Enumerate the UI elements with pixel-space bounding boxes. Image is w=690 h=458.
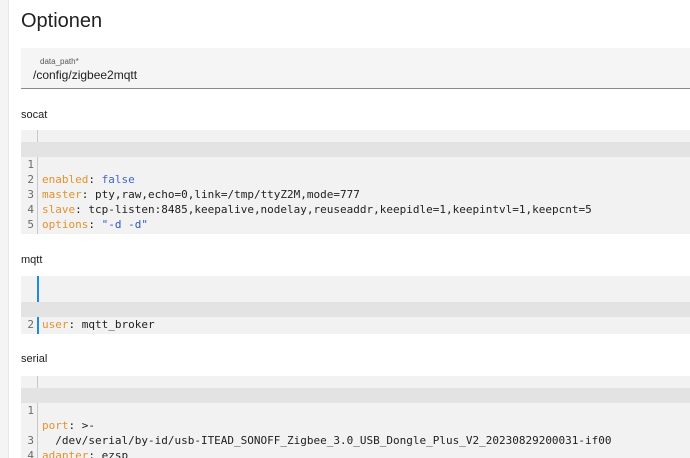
- yaml-separator: :: [88, 449, 102, 458]
- code-line[interactable]: 1 user: mqtt_broker: [21, 287, 690, 331]
- code-line[interactable]: 4: [21, 433, 690, 458]
- serial-yaml-editor[interactable]: 1 port: >- /dev/serial/by-id/usb-ITEAD_S…: [21, 376, 690, 458]
- yaml-value: false: [75, 233, 108, 234]
- mqtt-yaml-editor[interactable]: 1 user: mqtt_broker 2 password: psw 3: [21, 276, 690, 334]
- yaml-key: adapter: [42, 449, 89, 458]
- line-number: 4: [27, 449, 34, 458]
- socat-yaml-editor[interactable]: 1 enabled: false 2 master: pty,raw,echo=…: [21, 130, 690, 234]
- yaml-key: password: [42, 333, 95, 334]
- code-line[interactable]: 5 log: false: [21, 202, 690, 234]
- line-number: 6: [21, 232, 34, 234]
- code-line[interactable]: 4 options: "-d -d": [21, 187, 690, 231]
- left-panel-edge: [0, 0, 9, 458]
- section-label-socat: socat: [21, 109, 48, 121]
- code-line[interactable]: 6: [21, 217, 690, 234]
- code-line[interactable]: 3 slave: tcp-listen:8485,keepalive,nodel…: [21, 172, 690, 216]
- section-label-serial: serial: [21, 353, 48, 365]
- page-title: Optionen: [21, 10, 103, 32]
- code-line[interactable]: 1 enabled: false: [21, 142, 690, 186]
- section-label-mqtt: mqtt: [21, 254, 43, 266]
- data-path-field[interactable]: data_path* /config/zigbee2mqtt: [21, 48, 690, 89]
- code-line[interactable]: 2 password: psw: [21, 302, 690, 334]
- yaml-value: psw: [108, 333, 128, 334]
- yaml-value: ezsp: [101, 449, 129, 458]
- code-line[interactable]: 3: [21, 317, 690, 334]
- data-path-input[interactable]: /config/zigbee2mqtt: [33, 68, 137, 82]
- code-line[interactable]: 2 master: pty,raw,echo=0,link=/tmp/ttyZ2…: [21, 157, 690, 201]
- code-line[interactable]: 3 adapter: ezsp: [21, 418, 690, 458]
- code-line[interactable]: /dev/serial/by-id/usb-ITEAD_SONOFF_Zigbe…: [21, 403, 690, 447]
- code-line[interactable]: 1 port: >-: [21, 388, 690, 432]
- data-path-label: data_path*: [40, 57, 79, 66]
- line-number: 3: [21, 332, 34, 334]
- yaml-separator: :: [95, 333, 108, 334]
- yaml-separator: :: [62, 233, 75, 234]
